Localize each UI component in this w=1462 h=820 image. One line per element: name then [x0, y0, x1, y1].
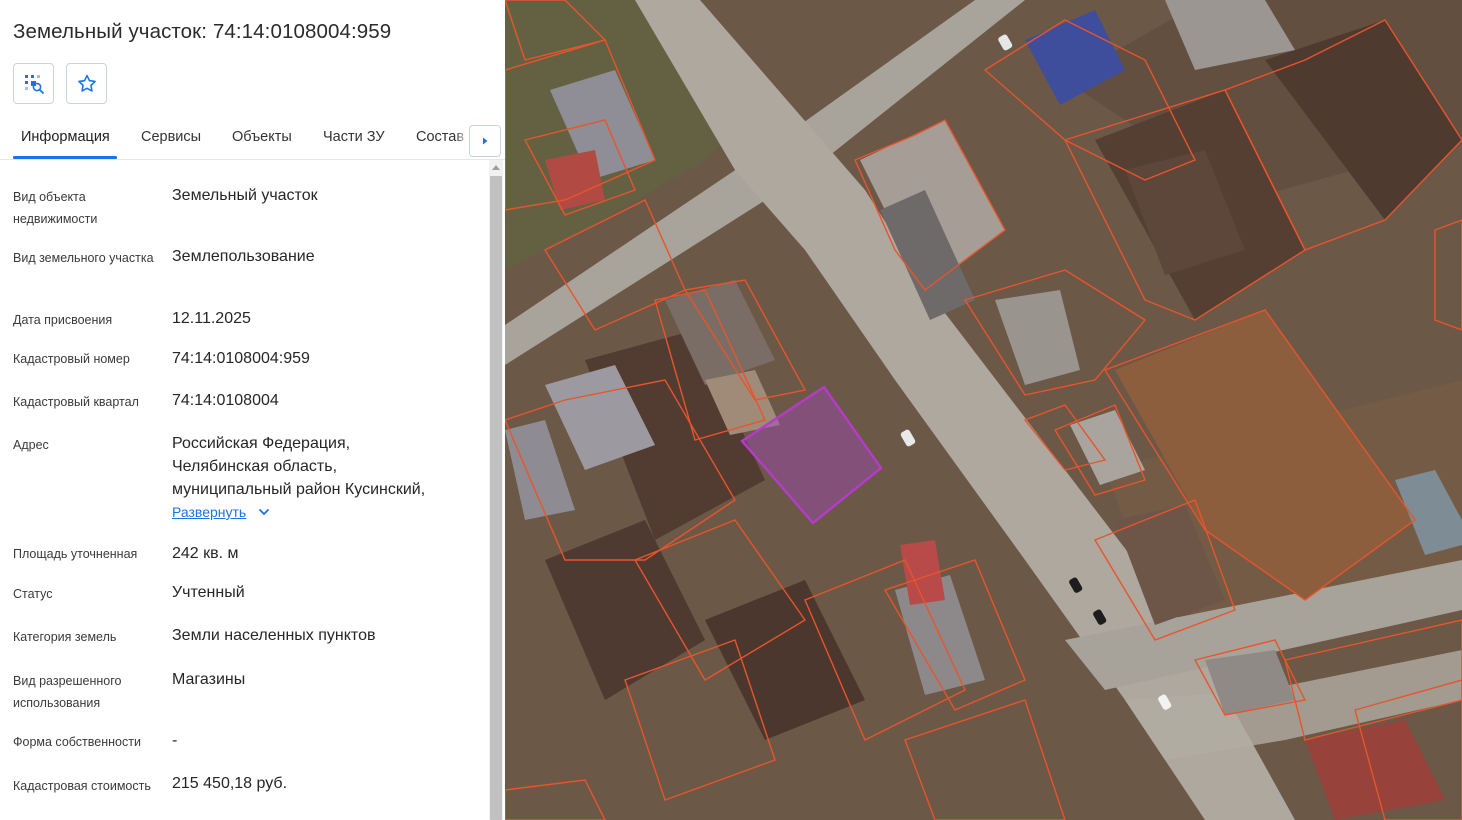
label-ownership: Форма собственности [13, 735, 141, 749]
value-ownership: - [172, 732, 178, 749]
value-status: Учтенный [172, 584, 245, 601]
address-expand-label: Развернуть [172, 504, 247, 520]
value-address-line-1: Российская Федерация, [172, 435, 351, 452]
label-status: Статус [13, 587, 53, 601]
info-list: Вид объекта недвижимости Земельный участ… [0, 0, 489, 820]
map-canvas[interactable] [505, 0, 1462, 820]
value-object-type: Земельный участок [172, 187, 318, 204]
label-category: Категория земель [13, 630, 117, 644]
value-address-line-3: муниципальный район Кусинский, [172, 481, 426, 498]
address-expand-link[interactable]: Развернуть [172, 504, 270, 520]
satellite-map[interactable] [505, 0, 1462, 820]
scrollbar-thumb[interactable] [490, 176, 502, 820]
label-area: Площадь уточненная [13, 547, 138, 561]
label-cadastral-number: Кадастровый номер [13, 352, 130, 366]
value-land-type: Землепользование [172, 248, 315, 265]
scroll-up-arrow-icon[interactable] [492, 165, 500, 170]
value-cadastral-value: 215 450,18 руб. [172, 775, 288, 792]
label-address: Адрес [13, 438, 49, 452]
value-address-line-2: Челябинская область, [172, 458, 338, 475]
value-category: Земли населенных пунктов [172, 627, 376, 644]
value-area: 242 кв. м [172, 545, 239, 562]
info-panel: Земельный участок: 74:14:0108004:959 Инф… [0, 0, 505, 820]
label-cadastral-quarter: Кадастровый квартал [13, 395, 139, 409]
label-object-type: Вид объекта недвижимости [13, 190, 98, 226]
label-date: Дата присвоения [13, 313, 113, 327]
value-cadastral-quarter: 74:14:0108004 [172, 392, 279, 409]
panel-scrollbar[interactable] [489, 160, 503, 820]
value-date: 12.11.2025 [172, 310, 251, 327]
value-cadastral-number: 74:14:0108004:959 [172, 350, 310, 367]
value-permitted-use: Магазины [172, 671, 246, 688]
label-land-type: Вид земельного участка [13, 251, 154, 265]
label-permitted-use: Вид разрешенного использования [13, 674, 122, 710]
chevron-down-icon [259, 509, 270, 515]
label-cadastral-value: Кадастровая стоимость [13, 779, 151, 793]
